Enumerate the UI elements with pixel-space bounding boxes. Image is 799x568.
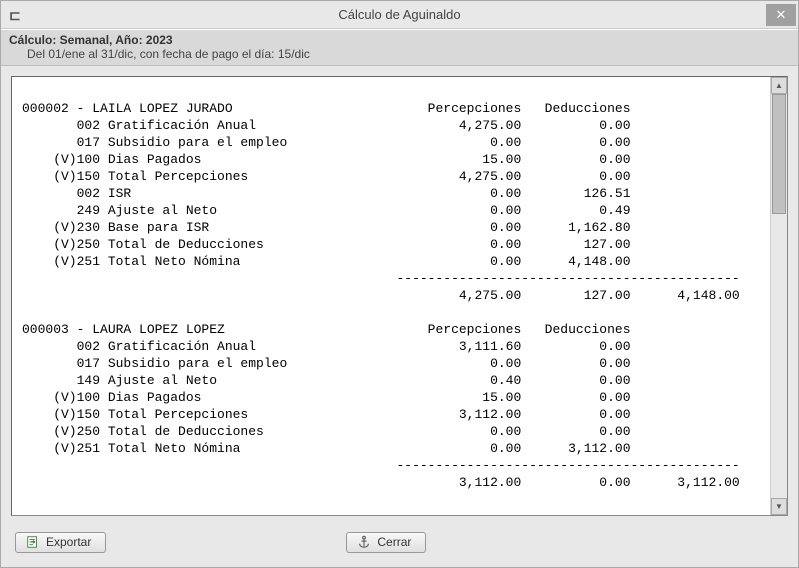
- header-bar: Cálculo: Semanal, Año: 2023 Del 01/ene a…: [1, 29, 798, 66]
- close-button[interactable]: Cerrar: [346, 532, 426, 553]
- titlebar: ⊏ Cálculo de Aguinaldo ✕: [1, 1, 798, 29]
- window-title: Cálculo de Aguinaldo: [0, 7, 799, 22]
- close-icon: ✕: [776, 7, 787, 23]
- header-line2: Del 01/ene al 31/dic, con fecha de pago …: [9, 47, 790, 61]
- scroll-track[interactable]: [771, 94, 787, 498]
- vertical-scrollbar[interactable]: ▲ ▼: [770, 77, 787, 515]
- report-area: 000002 - LAILA LOPEZ JURADO Percepciones…: [11, 76, 788, 516]
- report-text: 000002 - LAILA LOPEZ JURADO Percepciones…: [12, 77, 770, 515]
- scroll-up-button[interactable]: ▲: [771, 77, 787, 94]
- close-button-label: Cerrar: [377, 535, 411, 549]
- header-line1: Cálculo: Semanal, Año: 2023: [9, 33, 790, 47]
- anchor-icon: [357, 535, 371, 549]
- scroll-thumb[interactable]: [772, 94, 786, 214]
- app-window: ⊏ Cálculo de Aguinaldo ✕ Cálculo: Semana…: [0, 0, 799, 568]
- export-button-label: Exportar: [46, 535, 91, 549]
- close-window-button[interactable]: ✕: [766, 4, 796, 26]
- footer: Exportar Cerrar: [1, 526, 798, 567]
- export-icon: [26, 535, 40, 549]
- scroll-down-button[interactable]: ▼: [771, 498, 787, 515]
- export-button[interactable]: Exportar: [15, 532, 106, 553]
- app-icon: ⊏: [9, 7, 25, 23]
